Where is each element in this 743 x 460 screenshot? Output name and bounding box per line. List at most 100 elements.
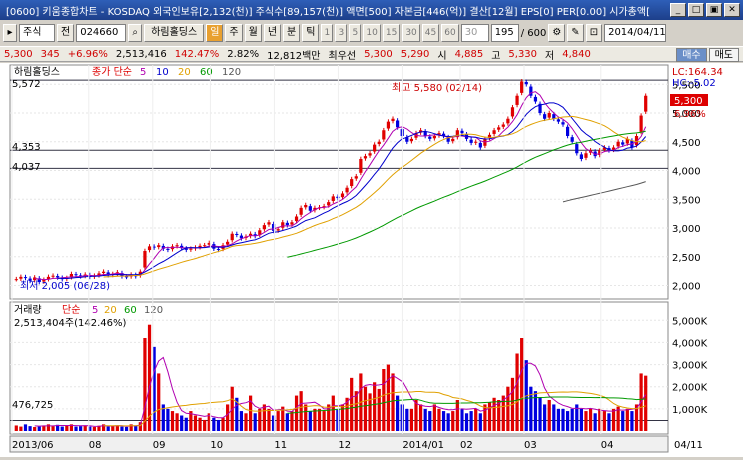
candle-body <box>386 121 391 129</box>
toolbar: ▸ 주식 전 024660 ⌕ 하림홀딩스 일 주 월 년 분 틱 1 3 5 … <box>0 21 743 45</box>
count-input[interactable]: 195 <box>490 24 519 42</box>
candle-body <box>226 241 230 245</box>
volume-bar <box>584 411 588 431</box>
volume-bar <box>216 419 221 431</box>
hline-top-label: 5,572 <box>12 79 41 90</box>
candle-body <box>359 159 363 173</box>
period-day-button[interactable]: 일 <box>206 24 224 42</box>
volume-bar <box>382 369 386 431</box>
interval-input[interactable]: 30 <box>460 24 489 42</box>
candle-body <box>565 126 570 136</box>
count-total-label: / 600 <box>520 27 547 39</box>
period-week-button[interactable]: 주 <box>225 24 243 42</box>
volume-bar <box>409 408 414 431</box>
minute-30-button[interactable]: 30 <box>402 24 420 42</box>
candle-body <box>157 245 161 248</box>
period-tick-button[interactable]: 틱 <box>302 24 320 42</box>
volume-bar <box>377 388 381 431</box>
x-axis-tick: 04 <box>601 440 614 451</box>
stock-code-input[interactable]: 024660 <box>76 24 127 42</box>
volume-bar <box>538 397 542 431</box>
order-tabs: 매수 매도 <box>676 48 739 62</box>
candle-body <box>428 136 432 139</box>
volume-bar <box>579 408 583 431</box>
search-icon[interactable]: ⌕ <box>128 24 143 42</box>
candle-body <box>469 139 473 143</box>
toolbar-pin-icon[interactable]: ▸ <box>3 24 17 42</box>
candle-body <box>460 130 464 134</box>
volume-bar <box>193 415 198 431</box>
volume-bar <box>565 411 570 431</box>
hc-label: HC:-5.02 <box>672 78 716 89</box>
minute-1-button[interactable]: 1 <box>321 24 334 42</box>
minute-45-button[interactable]: 45 <box>421 24 440 42</box>
close-button[interactable]: ✕ <box>724 3 740 17</box>
chart-area[interactable]: 5,500 5,000 4,500 4,000 3,500 3,000 2,500 2,000… <box>0 63 743 457</box>
chart-draw-icon[interactable]: ✎ <box>567 24 584 42</box>
minute-10-button[interactable]: 10 <box>363 24 381 42</box>
candle-body <box>515 95 519 105</box>
ma-10-legend: 10 <box>156 67 169 78</box>
candle-body <box>262 225 266 230</box>
volume-value: 2,513,416 <box>115 48 167 60</box>
volume-bar <box>441 411 446 431</box>
mode-button[interactable]: 전 <box>57 24 75 42</box>
price-axis-tick: 3,500 <box>672 195 701 206</box>
minute-5-button[interactable]: 5 <box>349 24 362 42</box>
stock-name-label[interactable]: 하림홀딩스 <box>144 24 205 42</box>
volume-bar <box>92 427 97 431</box>
volume-bar <box>65 425 69 431</box>
minimize-button[interactable]: _ <box>670 3 686 17</box>
volume-bar <box>644 375 648 431</box>
volume-bar <box>588 408 593 431</box>
minute-60-button[interactable]: 60 <box>441 24 459 42</box>
date-input[interactable]: 2014/04/11 <box>604 24 667 42</box>
maximize-button[interactable]: ▣ <box>706 3 722 17</box>
candle-body <box>561 122 565 125</box>
minute-3-button[interactable]: 3 <box>335 24 348 42</box>
stock-type-select[interactable]: 주식 <box>19 24 55 42</box>
open-label: 시 <box>437 50 447 62</box>
volume-bar <box>157 373 161 431</box>
minute-15-button[interactable]: 15 <box>382 24 401 42</box>
candle-body <box>409 138 414 142</box>
volume-bar <box>607 413 611 431</box>
candle-body <box>501 124 505 127</box>
stock-chart-svg[interactable]: 5,5005,0004,5004,0003,5003,0002,5002,000… <box>0 63 743 457</box>
volume-axis-tick: 3,000K <box>672 361 708 372</box>
candle-body <box>19 276 23 279</box>
volume-axis-tick: 1,000K <box>672 405 708 416</box>
candle-body <box>520 81 524 93</box>
candle-body <box>547 113 551 118</box>
candle-body <box>451 138 455 142</box>
volume-bar <box>336 408 340 431</box>
candle-body <box>336 196 340 199</box>
x-axis-tick: 2014/01 <box>402 440 444 451</box>
high-price: 5,330 <box>508 48 538 60</box>
volume-bar <box>478 413 482 431</box>
period-month-button[interactable]: 월 <box>244 24 262 42</box>
candle-body <box>203 245 207 247</box>
candle-body <box>143 251 147 268</box>
volume-bar <box>437 408 441 431</box>
chart-settings-icon[interactable]: ⚙ <box>548 24 566 42</box>
tab-sell-order[interactable]: 매도 <box>708 48 739 62</box>
tab-buy-order[interactable]: 매수 <box>676 48 707 62</box>
volume-bar <box>51 426 55 431</box>
volume-bar <box>492 397 496 431</box>
period-year-button[interactable]: 년 <box>263 24 282 42</box>
window-titlebar: [0600] 키움종합차트 - KOSDAQ 외국인보유[2,132(천)] 주… <box>0 0 743 20</box>
restore-button[interactable]: □ <box>688 3 704 17</box>
candle-body <box>644 95 648 112</box>
candle-body <box>552 114 556 119</box>
volume-bar <box>106 426 110 431</box>
volume-bar <box>285 413 289 431</box>
period-minute-button[interactable]: 분 <box>283 24 301 42</box>
price-axis-tick: 2,500 <box>672 253 701 264</box>
volume-bar <box>198 417 202 431</box>
best-label: 최우선 <box>328 50 357 62</box>
chart-lock-icon[interactable]: ⊡ <box>585 24 603 42</box>
best-bid: 5,290 <box>400 48 430 60</box>
min-annotation: 최저 2,005 (06/28) <box>20 280 110 292</box>
price-panel-frame <box>9 64 669 300</box>
